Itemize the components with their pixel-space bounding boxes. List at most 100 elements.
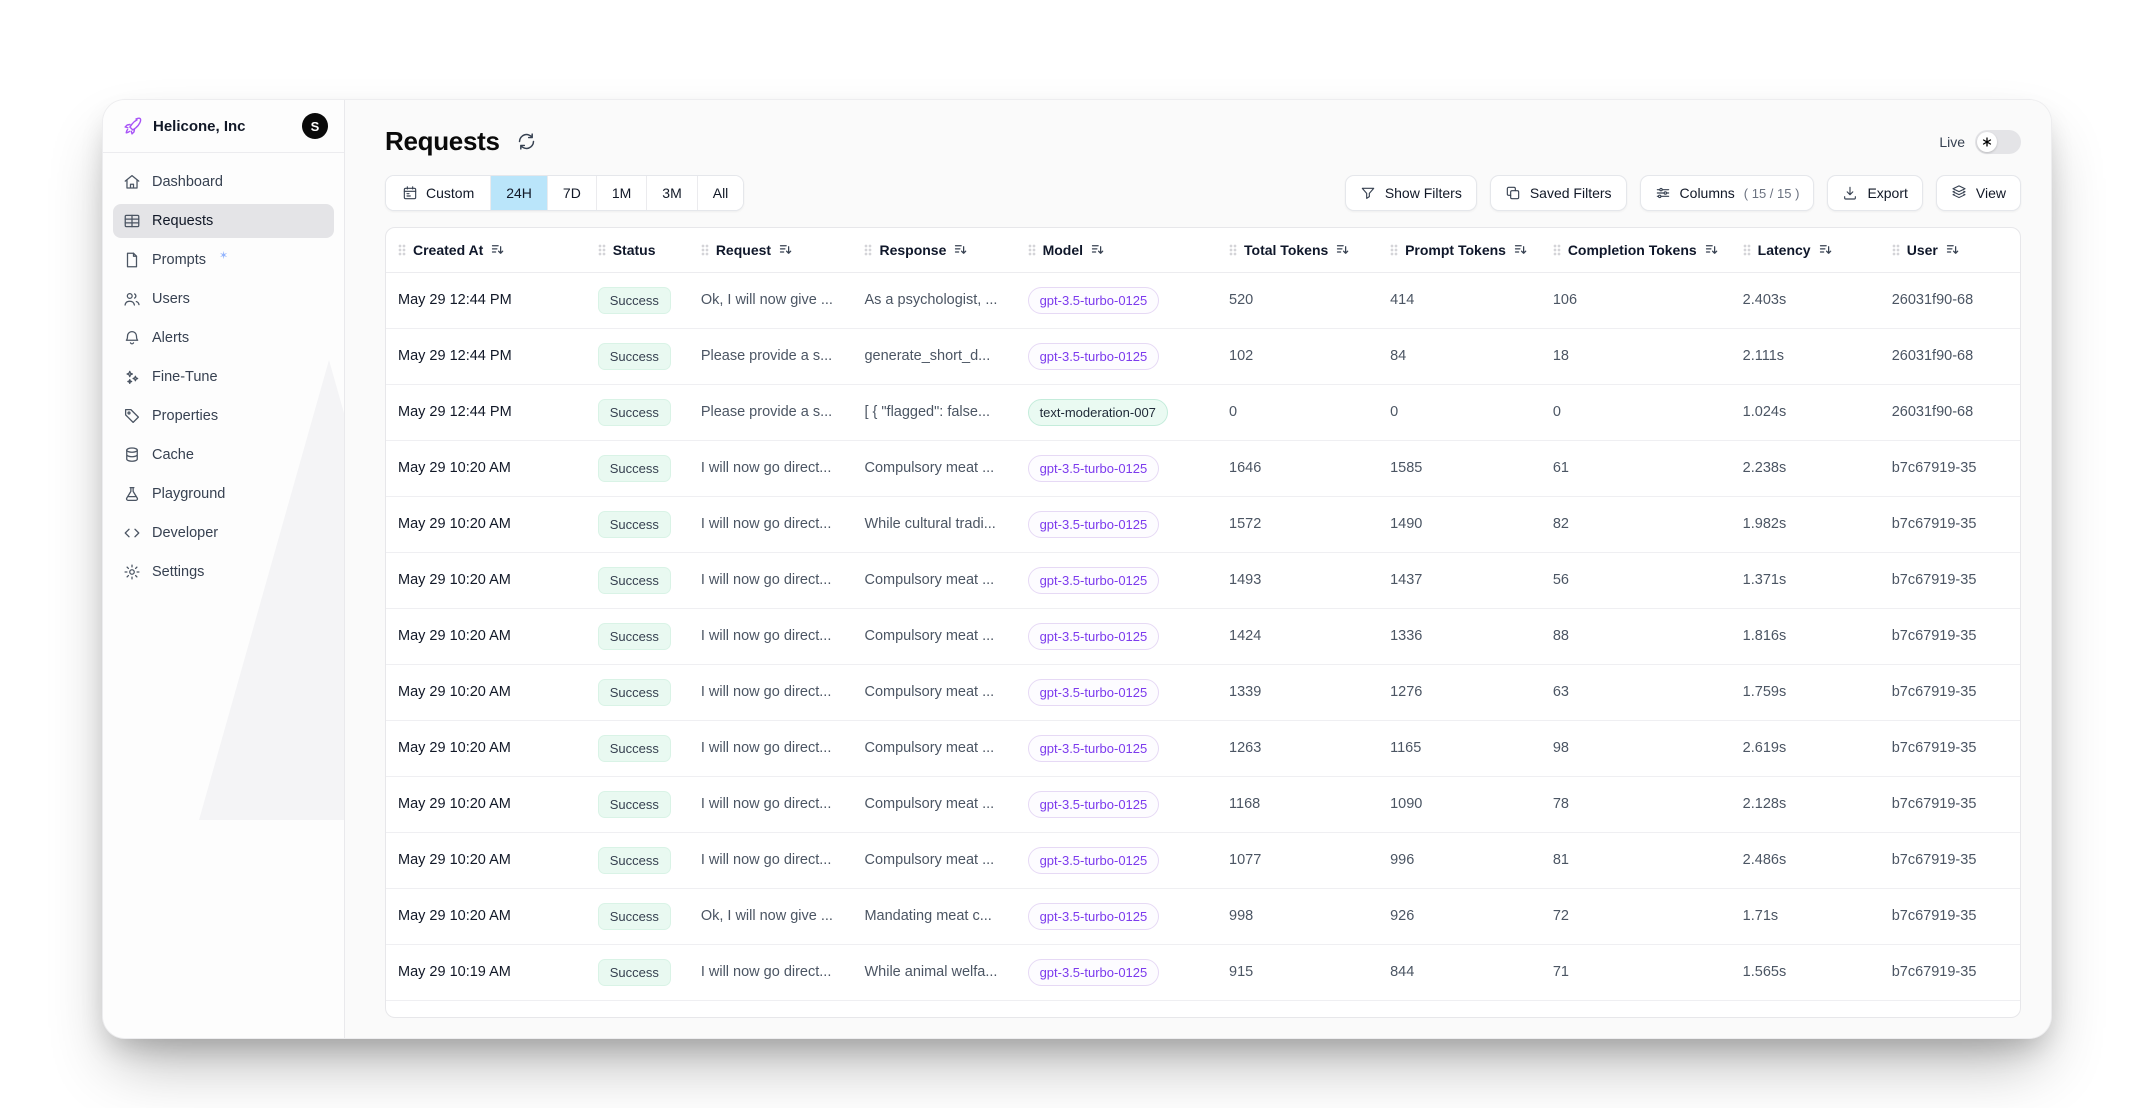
prompt-tokens-cell: 1437 — [1378, 552, 1541, 608]
model-badge: gpt-3.5-turbo-0125 — [1028, 623, 1160, 650]
sidebar-item[interactable]: Developer — [113, 516, 334, 550]
toolbar-action-button[interactable]: View — [1936, 175, 2021, 211]
column-header[interactable]: Request — [689, 228, 853, 272]
sidebar-item[interactable]: Playground — [113, 477, 334, 511]
sidebar-item[interactable]: Properties — [113, 399, 334, 433]
table-row[interactable]: May 29 10:20 AM Success I will now go di… — [386, 496, 2020, 552]
sidebar-item[interactable]: Dashboard — [113, 165, 334, 199]
table-row[interactable]: May 29 12:44 PM Success Please provide a… — [386, 328, 2020, 384]
sort-icon[interactable] — [778, 242, 793, 257]
sort-icon[interactable] — [1945, 242, 1960, 257]
column-header[interactable]: Total Tokens — [1217, 228, 1378, 272]
table-row[interactable]: May 29 10:20 AM Success I will now go di… — [386, 552, 2020, 608]
sidebar-item[interactable]: Alerts — [113, 321, 334, 355]
table-row[interactable]: May 29 10:20 AM Success I will now go di… — [386, 608, 2020, 664]
refresh-icon[interactable] — [516, 131, 537, 152]
table-row[interactable]: May 29 10:20 AM Success I will now go di… — [386, 776, 2020, 832]
toggle-knob-sparkle-icon — [1977, 132, 1997, 152]
table-row[interactable]: May 29 12:44 PM Success Please provide a… — [386, 384, 2020, 440]
completion-tokens-cell: 78 — [1541, 776, 1731, 832]
org-header[interactable]: Helicone, Inc S — [103, 100, 344, 153]
created-at-cell: May 29 12:44 PM — [386, 328, 586, 384]
sidebar-item-icon — [123, 212, 141, 230]
column-header[interactable]: Prompt Tokens — [1378, 228, 1541, 272]
time-range-button[interactable]: All — [697, 176, 744, 210]
toolbar-action-button[interactable]: Columns ( 15 / 15 ) — [1640, 175, 1815, 211]
prompt-tokens-cell: 1276 — [1378, 664, 1541, 720]
main-header: Requests Live — [345, 100, 2051, 157]
table-row[interactable]: May 29 10:20 AM Success I will now go di… — [386, 664, 2020, 720]
table-row[interactable]: May 29 10:20 AM Success I will now go di… — [386, 440, 2020, 496]
created-at-cell: May 29 12:44 PM — [386, 272, 586, 328]
sidebar-item-icon — [123, 407, 141, 425]
sidebar-item[interactable]: Settings — [113, 555, 334, 589]
table-row[interactable]: May 29 10:20 AM Success I will now go di… — [386, 832, 2020, 888]
toolbar-action-button[interactable]: Saved Filters — [1490, 175, 1627, 211]
drag-handle-icon[interactable] — [1743, 244, 1751, 256]
drag-handle-icon[interactable] — [1892, 244, 1900, 256]
drag-handle-icon[interactable] — [398, 244, 406, 256]
model-badge: gpt-3.5-turbo-0125 — [1028, 959, 1160, 986]
column-header[interactable]: Latency — [1731, 228, 1880, 272]
sort-icon[interactable] — [1335, 242, 1350, 257]
drag-handle-icon[interactable] — [864, 244, 872, 256]
column-header[interactable]: Response — [852, 228, 1015, 272]
time-range-button[interactable]: 1M — [596, 176, 646, 210]
sort-icon[interactable] — [1513, 242, 1528, 257]
time-range-button[interactable]: 24H — [490, 176, 547, 210]
drag-handle-icon[interactable] — [701, 244, 709, 256]
status-badge: Success — [598, 735, 671, 762]
sidebar-item[interactable]: Prompts ✶ — [113, 243, 334, 277]
prompt-tokens-cell: 84 — [1378, 328, 1541, 384]
drag-handle-icon[interactable] — [598, 244, 606, 256]
user-cell: 26031f90-68 — [1880, 384, 2020, 440]
time-range-button[interactable]: 3M — [646, 176, 696, 210]
toolbar-action-button[interactable]: Show Filters — [1345, 175, 1477, 211]
sort-icon[interactable] — [1090, 242, 1105, 257]
model-badge: gpt-3.5-turbo-0125 — [1028, 735, 1160, 762]
toolbar-action-button[interactable]: Export — [1827, 175, 1922, 211]
column-header[interactable]: Created At — [386, 228, 586, 272]
table-row[interactable]: May 29 12:44 PM Success Ok, I will now g… — [386, 272, 2020, 328]
drag-handle-icon[interactable] — [1553, 244, 1561, 256]
sidebar-item-icon — [123, 251, 141, 269]
live-toggle[interactable] — [1975, 130, 2021, 154]
column-header[interactable]: User — [1880, 228, 2020, 272]
table-row[interactable]: May 29 10:20 AM Success I will now go di… — [386, 720, 2020, 776]
request-cell: Please provide a s... — [689, 384, 853, 440]
sidebar-item-icon — [123, 485, 141, 503]
column-header[interactable]: Model — [1016, 228, 1217, 272]
sidebar-item[interactable]: Users — [113, 282, 334, 316]
column-header[interactable]: Status — [586, 228, 689, 272]
sidebar-item[interactable]: Fine-Tune — [113, 360, 334, 394]
sidebar-item[interactable]: Cache — [113, 438, 334, 472]
sort-icon[interactable] — [1818, 242, 1833, 257]
column-header-label: Response — [879, 242, 946, 258]
drag-handle-icon[interactable] — [1028, 244, 1036, 256]
column-header[interactable]: Completion Tokens — [1541, 228, 1731, 272]
latency-cell: 1.71s — [1731, 888, 1880, 944]
time-range-button[interactable]: 7D — [547, 176, 596, 210]
prompt-tokens-cell: 996 — [1378, 832, 1541, 888]
user-cell: b7c67919-35 — [1880, 832, 2020, 888]
sort-icon[interactable] — [490, 242, 505, 257]
sidebar-item[interactable]: Requests — [113, 204, 334, 238]
created-at-cell: May 29 10:20 AM — [386, 608, 586, 664]
request-cell: I will now go direct... — [689, 608, 853, 664]
table-row[interactable]: May 29 10:19 AM Success I will now go di… — [386, 944, 2020, 1000]
drag-handle-icon[interactable] — [1229, 244, 1237, 256]
prompt-tokens-cell: 1336 — [1378, 608, 1541, 664]
time-range-button[interactable]: Custom — [386, 176, 490, 210]
sort-icon[interactable] — [1704, 242, 1719, 257]
request-cell: I will now go direct... — [689, 832, 853, 888]
response-cell: Compulsory meat ... — [852, 776, 1015, 832]
column-header-label: Model — [1043, 242, 1083, 258]
toolbar-action-label: Saved Filters — [1530, 185, 1612, 201]
toolbar-action-icon — [1951, 185, 1967, 201]
table-row[interactable]: May 29 10:20 AM Success Ok, I will now g… — [386, 888, 2020, 944]
sidebar-item-icon — [123, 446, 141, 464]
avatar[interactable]: S — [302, 113, 328, 139]
model-badge: gpt-3.5-turbo-0125 — [1028, 567, 1160, 594]
sort-icon[interactable] — [953, 242, 968, 257]
drag-handle-icon[interactable] — [1390, 244, 1398, 256]
